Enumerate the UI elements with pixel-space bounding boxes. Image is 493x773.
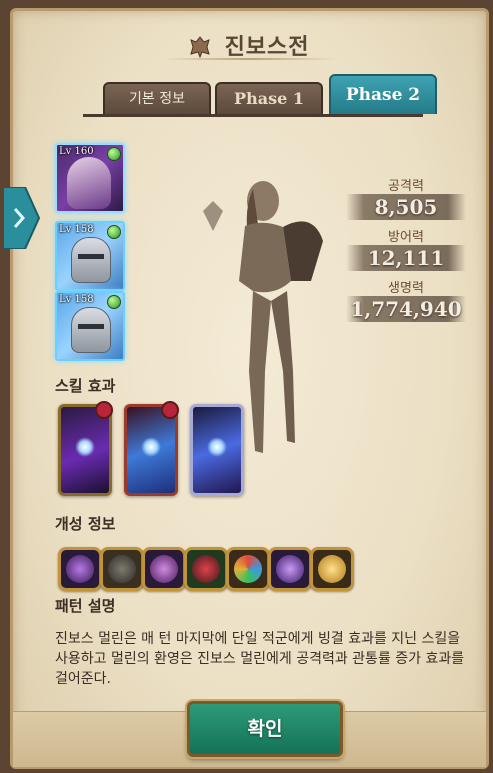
boss-info-dialog: 진보스전 기본 정보 Phase 1 Phase 2 Lv 160 Lv 158…	[2, 8, 489, 769]
skill-card-1[interactable]	[58, 401, 113, 496]
tab-basic-info[interactable]: 기본 정보	[103, 82, 211, 114]
tab-phase-2[interactable]: Phase 2	[329, 74, 437, 114]
defense-value: 12,111	[346, 245, 466, 271]
skill-card-2[interactable]	[124, 401, 179, 496]
knight-helmet-portrait	[71, 307, 111, 353]
party-slot-2[interactable]: Lv 158	[55, 221, 125, 291]
skill-badge-icon	[95, 401, 113, 419]
lightning-icon	[207, 437, 227, 457]
trait-section-title: 개성 정보	[55, 515, 116, 533]
title-divider	[163, 58, 336, 60]
trait-wing-icon[interactable]	[310, 547, 354, 591]
hp-value: 1,774,940	[346, 296, 466, 322]
ice-crystal-icon	[141, 437, 161, 457]
trait-book-icon[interactable]	[100, 547, 144, 591]
defense-label: 방어력	[388, 230, 424, 245]
attack-value: 8,505	[346, 194, 466, 220]
attack-label: 공격력	[388, 179, 424, 194]
trait-skull-icon[interactable]	[142, 547, 186, 591]
skill-badge-icon	[161, 401, 179, 419]
pattern-description: 진보스 멀린은 매 턴 마지막에 단일 적군에게 빙결 효과를 지닌 스킬을 사…	[55, 631, 465, 687]
hp-label: 생명력	[388, 281, 424, 296]
character-level: Lv 158	[59, 224, 94, 235]
element-gem-icon	[107, 147, 121, 161]
party-slot-1[interactable]: Lv 160	[55, 143, 125, 213]
side-arrow-icon[interactable]	[2, 186, 41, 250]
skill-effect-icon	[75, 437, 95, 457]
knight-helmet-portrait	[71, 237, 111, 283]
character-portrait	[67, 157, 111, 209]
boss-stats: 공격력 8,505 방어력 12,111 생명력 1,774,940	[346, 169, 466, 322]
dialog-header: 진보스전	[13, 29, 486, 61]
confirm-button[interactable]: 확인	[187, 701, 343, 757]
pattern-section-title: 패턴 설명	[55, 597, 116, 615]
character-level: Lv 160	[59, 146, 94, 157]
character-level: Lv 158	[59, 294, 94, 305]
dialog-title: 진보스전	[224, 35, 310, 60]
demon-crest-icon	[189, 36, 211, 59]
trait-elements-icon[interactable]	[226, 547, 270, 591]
tab-phase-1[interactable]: Phase 1	[215, 82, 323, 114]
skill-card-3[interactable]	[190, 404, 244, 496]
trait-vortex-icon[interactable]	[268, 547, 312, 591]
tab-underline	[83, 114, 423, 117]
element-gem-icon	[107, 225, 121, 239]
game-frame: 진보스전 기본 정보 Phase 1 Phase 2 Lv 160 Lv 158…	[0, 0, 493, 773]
trait-claw-icon[interactable]	[58, 547, 102, 591]
skill-section-title: 스킬 효과	[55, 377, 116, 395]
trait-heart-icon[interactable]	[184, 547, 228, 591]
element-gem-icon	[107, 295, 121, 309]
party-slot-3[interactable]: Lv 158	[55, 291, 125, 361]
